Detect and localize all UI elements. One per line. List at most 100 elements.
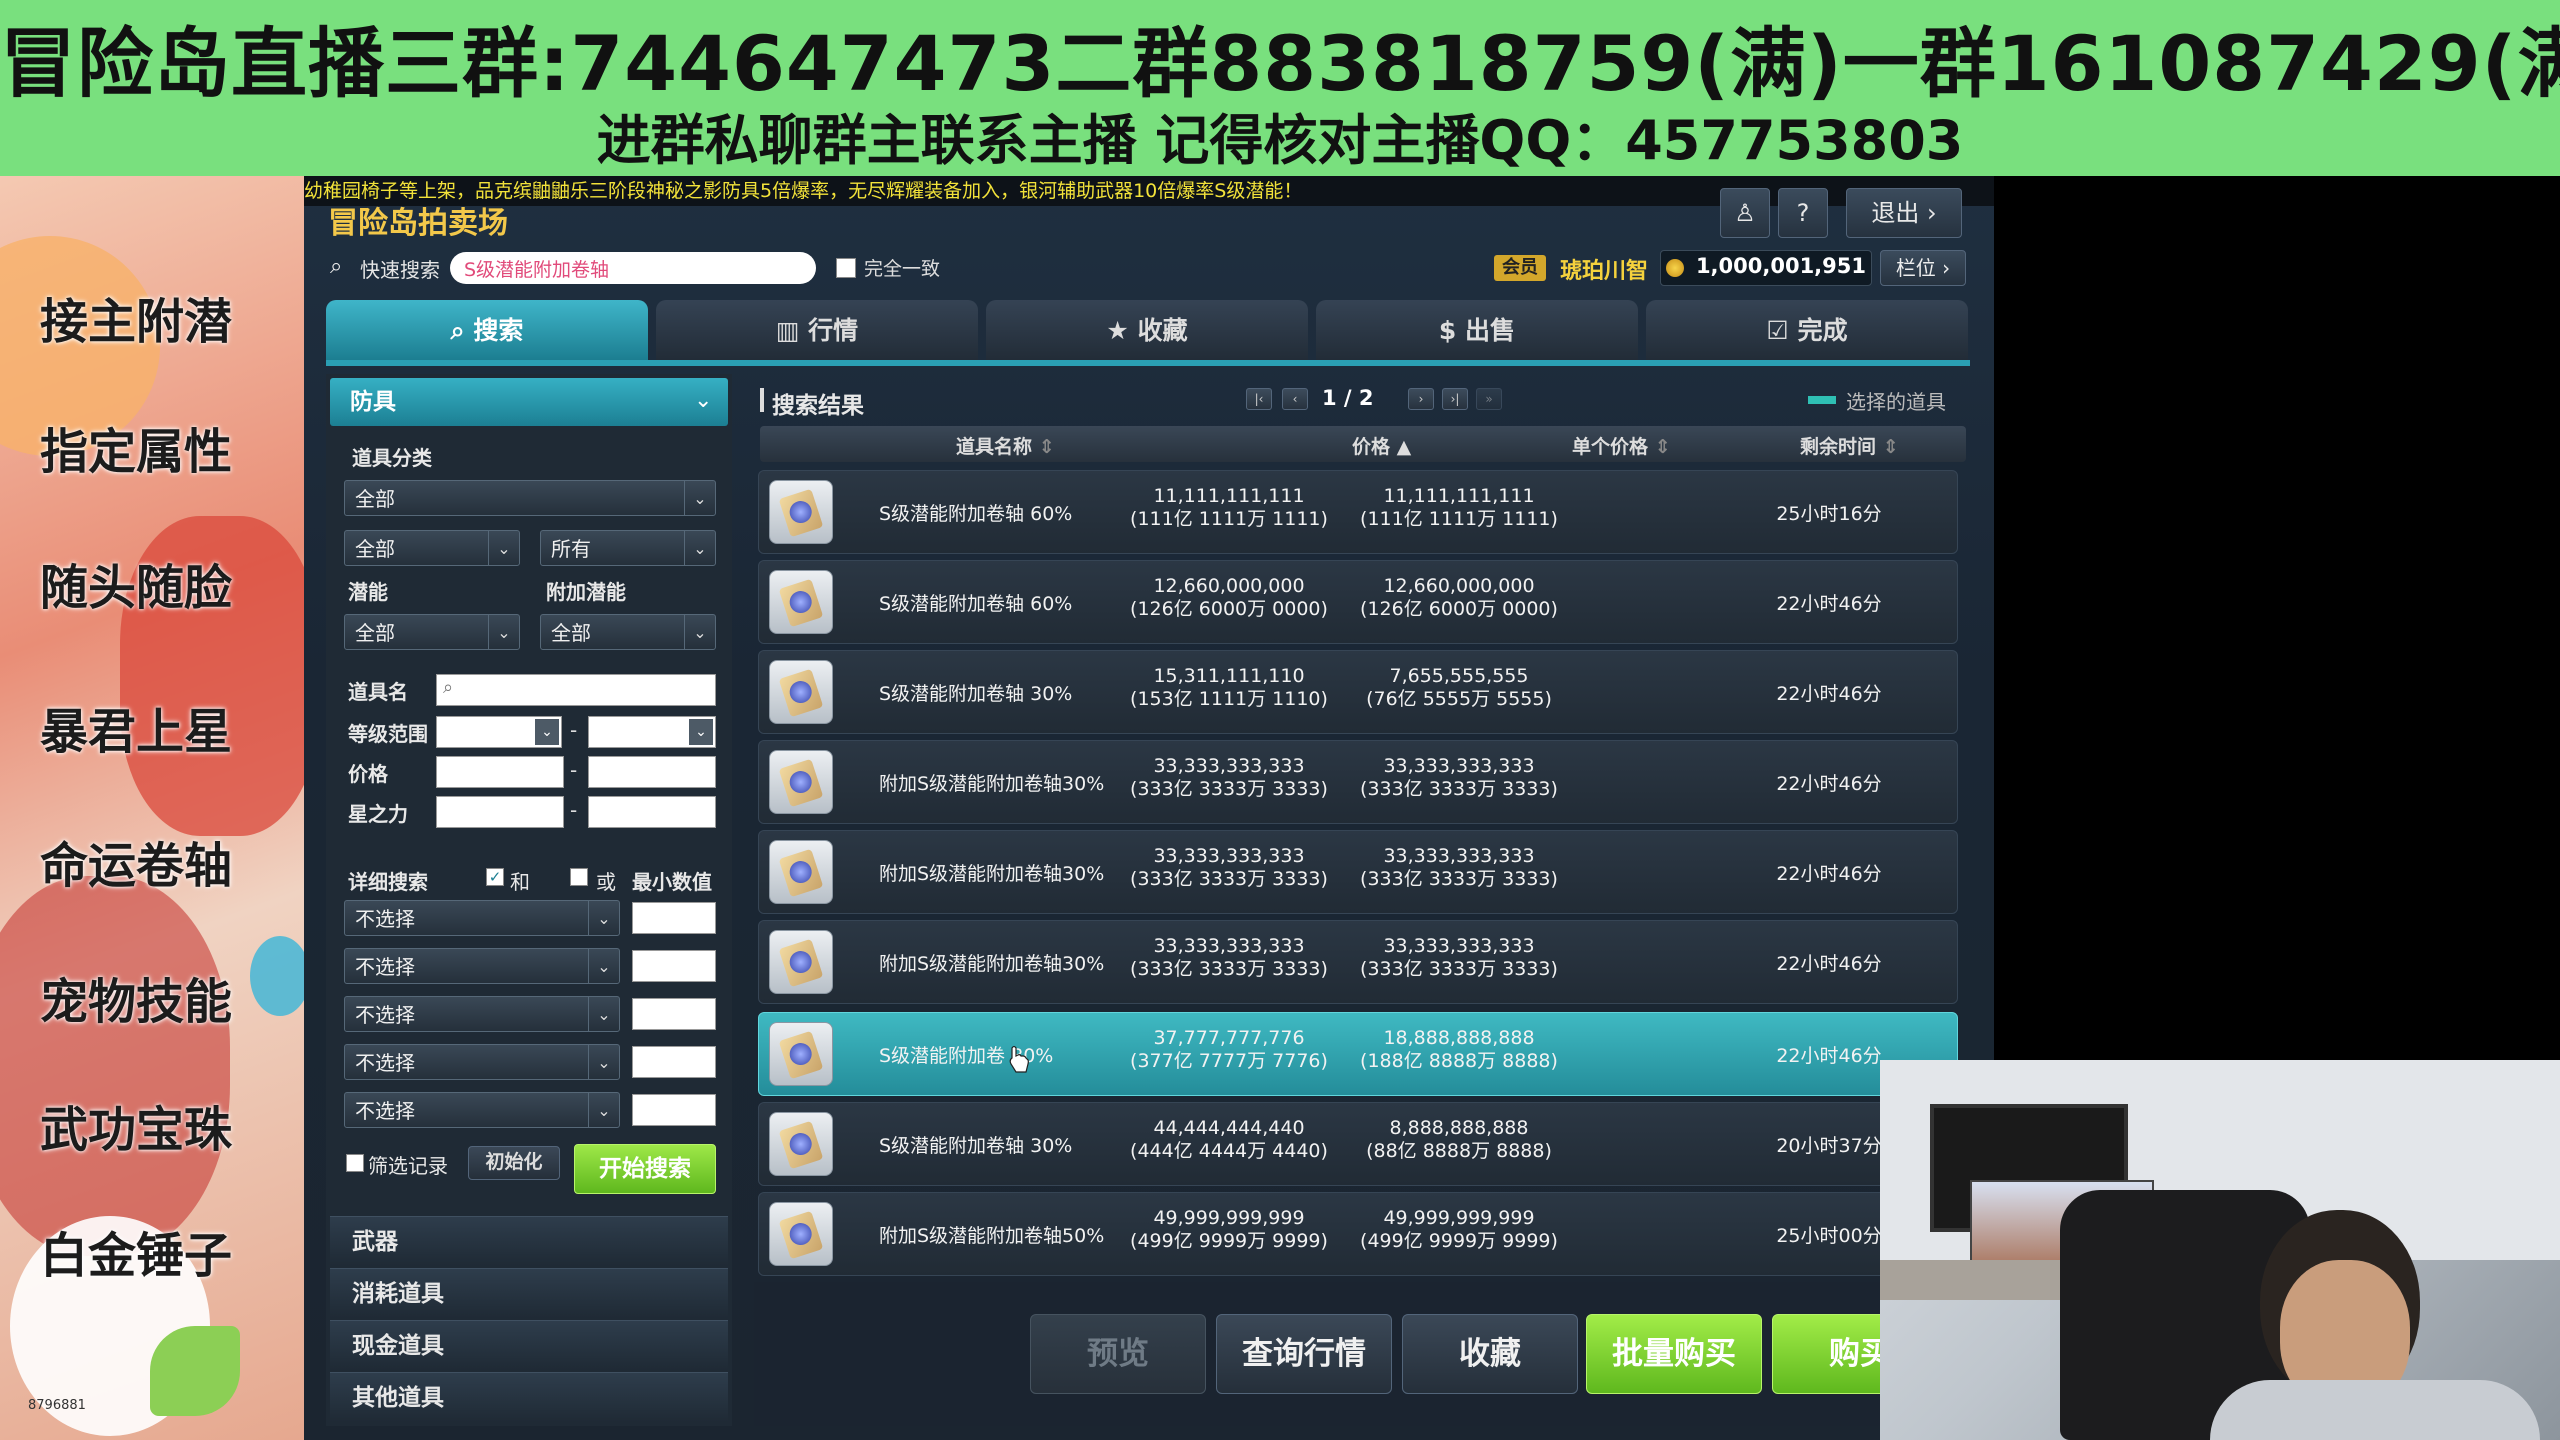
tab-search[interactable]: ⌕ 搜索	[326, 300, 648, 360]
scroll-item-icon	[769, 930, 833, 994]
item-name-input[interactable]: ⌕	[436, 674, 716, 706]
item-name: S级潜能附加卷轴 60%	[879, 503, 1073, 525]
favorite-button[interactable]: 收藏	[1402, 1314, 1578, 1394]
detail-min-input[interactable]	[632, 902, 716, 934]
category-weapon[interactable]: 武器	[330, 1216, 728, 1266]
tab-complete[interactable]: ☑ 完成	[1646, 300, 1968, 360]
col-unit-price[interactable]: 单个价格 ⇕	[1572, 432, 1671, 459]
select-value: 所有	[551, 537, 591, 561]
result-row[interactable]: S级潜能附加卷轴 60% 11,111,111,111 (111亿 1111万 11…	[758, 470, 1958, 554]
category-etc[interactable]: 其他道具	[330, 1372, 728, 1422]
result-row[interactable]: S级潜能附加卷轴 30% 44,444,444,440 (444亿 4444万 44…	[758, 1102, 1958, 1186]
detail-min-input[interactable]	[632, 1046, 716, 1078]
start-search-button[interactable]: 开始搜索	[574, 1144, 716, 1194]
unit-number: 33,333,333,333	[1383, 845, 1535, 867]
unit-cn: (499亿 9999万 9999)	[1360, 1230, 1558, 1252]
tab-favorites[interactable]: ★ 收藏	[986, 300, 1308, 360]
detail-option-select[interactable]: 不选择 ⌄	[344, 948, 620, 984]
result-row[interactable]: 附加S级潜能附加卷轴30% 33,333,333,333 (333亿 3333万 3…	[758, 830, 1958, 914]
bar-chart-icon: ▥	[775, 316, 800, 345]
item-name: S级潜能附加卷轴 60%	[879, 593, 1073, 615]
chevron-down-icon: ⌄	[588, 1093, 619, 1127]
detail-option-select[interactable]: 不选择 ⌄	[344, 996, 620, 1032]
detail-min-input[interactable]	[632, 998, 716, 1030]
scroll-item-icon	[769, 750, 833, 814]
select-value: 不选择	[355, 1099, 415, 1123]
detail-option-select[interactable]: 不选择 ⌄	[344, 1044, 620, 1080]
result-row[interactable]: S级潜能附加卷轴 60% 12,660,000,000 (126亿 6000万 00…	[758, 560, 1958, 644]
chevron-down-icon: ⌄	[694, 388, 713, 413]
side-menu-item: 命运卷轴	[40, 838, 233, 894]
next-page-button[interactable]: ›	[1408, 388, 1434, 410]
side-menu-item: 宠物技能	[40, 974, 233, 1030]
or-checkbox[interactable]	[570, 868, 588, 886]
tab-market[interactable]: ▥ 行情	[656, 300, 978, 360]
detail-min-input[interactable]	[632, 1094, 716, 1126]
reset-button[interactable]: 初始化	[468, 1146, 560, 1180]
unit-number: 33,333,333,333	[1383, 935, 1535, 957]
chevron-down-icon: ⌄	[488, 531, 519, 565]
price-max-input[interactable]	[588, 756, 716, 788]
exact-match-checkbox[interactable]	[836, 258, 856, 278]
bonus-potential-select[interactable]: 全部 ⌄	[540, 614, 716, 650]
col-item-name[interactable]: 道具名称 ⇕	[956, 432, 1055, 459]
market-query-button[interactable]: 查询行情	[1216, 1314, 1392, 1394]
potential-select[interactable]: 全部 ⌄	[344, 614, 520, 650]
tab-label: 完成	[1797, 316, 1848, 345]
scroll-item-icon	[769, 1022, 833, 1086]
category-armor-header[interactable]: 防具	[330, 378, 728, 426]
result-row[interactable]: 附加S级潜能附加卷轴30% 33,333,333,333 (333亿 3333万 3…	[758, 740, 1958, 824]
and-checkbox[interactable]: ✓	[486, 868, 504, 886]
result-row[interactable]: 附加S级潜能附加卷轴50% 49,999,999,999 (499亿 9999万 9…	[758, 1192, 1958, 1276]
col-price[interactable]: 价格 ▲	[1352, 432, 1411, 459]
result-row[interactable]: S级潜能附加卷轴 30% 15,311,111,110 (153亿 1111万 11…	[758, 650, 1958, 734]
subclass-select[interactable]: 全部 ⌄	[344, 530, 520, 566]
quick-search-input[interactable]	[450, 252, 816, 284]
item-unit-price: 7,655,555,555 (76亿 5555万 5555)	[1279, 665, 1639, 711]
next-block-button[interactable]: »	[1476, 388, 1502, 410]
character-button[interactable]: ♙	[1720, 188, 1770, 238]
item-unit-price: 11,111,111,111 (111亿 1111万 1111)	[1279, 485, 1639, 531]
last-page-button[interactable]: ›|	[1442, 388, 1468, 410]
level-min-select[interactable]: ⌄	[436, 716, 562, 748]
category-consumable[interactable]: 消耗道具	[330, 1268, 728, 1318]
item-unit-price: 33,333,333,333 (333亿 3333万 3333)	[1279, 935, 1639, 981]
slot-button[interactable]: 栏位 ›	[1880, 250, 1966, 286]
detail-option-select[interactable]: 不选择 ⌄	[344, 900, 620, 936]
tab-label: 搜索	[473, 316, 524, 345]
search-icon: ⌕	[330, 254, 343, 279]
starforce-max-input[interactable]	[588, 796, 716, 828]
help-button[interactable]: ?	[1778, 188, 1828, 238]
exit-button[interactable]: 退出 ›	[1846, 188, 1962, 238]
unit-cn: (333亿 3333万 3333)	[1360, 778, 1558, 800]
filter-record-checkbox[interactable]	[346, 1154, 364, 1172]
time-left: 25小时16分	[1776, 503, 1882, 525]
detail-option-select[interactable]: 不选择 ⌄	[344, 1092, 620, 1128]
detail-min-input[interactable]	[632, 950, 716, 982]
col-time-left[interactable]: 剩余时间 ⇕	[1800, 432, 1899, 459]
unit-number: 18,888,888,888	[1383, 1027, 1535, 1049]
item-class-select[interactable]: 全部 ⌄	[344, 480, 716, 516]
select-value: 全部	[355, 621, 395, 645]
level-max-select[interactable]: ⌄	[588, 716, 716, 748]
item-name: S级潜能附加卷轴 30%	[879, 683, 1073, 705]
item-class-label: 道具分类	[352, 446, 432, 470]
checkbox-icon: ☑	[1766, 316, 1789, 345]
preview-button[interactable]: 预览	[1030, 1314, 1206, 1394]
result-row[interactable]: S级潜能附加卷 80% 37,777,777,776 (377亿 7777万 777…	[758, 1012, 1958, 1096]
category-cash[interactable]: 现金道具	[330, 1320, 728, 1370]
first-page-button[interactable]: |‹	[1246, 388, 1272, 410]
tab-sell[interactable]: $ 出售	[1316, 300, 1638, 360]
starforce-min-input[interactable]	[436, 796, 564, 828]
prev-page-button[interactable]: ‹	[1282, 388, 1308, 410]
result-row[interactable]: 附加S级潜能附加卷轴30% 33,333,333,333 (333亿 3333万 3…	[758, 920, 1958, 1004]
owner-select[interactable]: 所有 ⌄	[540, 530, 716, 566]
unit-number: 11,111,111,111	[1383, 485, 1535, 507]
quick-search-label: 快速搜索	[360, 258, 440, 282]
unit-number: 33,333,333,333	[1383, 755, 1535, 777]
bulk-buy-button[interactable]: 批量购买	[1586, 1314, 1762, 1394]
scroll-item-icon	[769, 840, 833, 904]
bonus-potential-label: 附加潜能	[546, 580, 626, 604]
star-icon: ★	[1106, 316, 1129, 345]
price-min-input[interactable]	[436, 756, 564, 788]
